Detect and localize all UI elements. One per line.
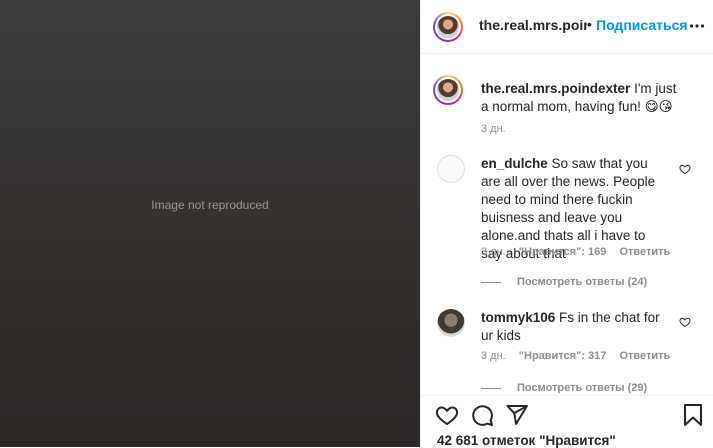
comment-bubble-icon[interactable] <box>470 403 494 427</box>
caption: the.real.mrs.poindexter I'm just a norma… <box>481 80 677 116</box>
comment-like-heart-icon[interactable] <box>679 163 691 175</box>
avatar-image <box>437 79 459 101</box>
photo-placeholder-note: Image not reproduced <box>151 198 269 212</box>
comments-list[interactable]: the.real.mrs.poindexter I'm just a norma… <box>421 55 713 395</box>
heart-icon[interactable] <box>435 403 459 427</box>
commenter-avatar[interactable] <box>437 309 465 337</box>
bookmark-icon[interactable] <box>681 403 705 427</box>
comment-like-heart-icon[interactable] <box>679 316 691 328</box>
comment-meta: 3 дн. "Нравится": 169 Ответить <box>481 246 680 258</box>
comment-meta: 3 дн. "Нравится": 317 Ответить <box>481 350 680 362</box>
author-avatar[interactable] <box>433 12 463 42</box>
paper-plane-icon[interactable] <box>505 403 529 427</box>
comment-likes-count[interactable]: "Нравится": 169 <box>519 246 607 258</box>
view-replies-button[interactable]: Посмотреть ответы (24) <box>481 276 647 288</box>
view-replies-label: Посмотреть ответы (29) <box>517 382 648 394</box>
comment-likes-count[interactable]: "Нравится": 317 <box>519 350 607 362</box>
commenter-avatar[interactable] <box>437 155 465 183</box>
reply-button[interactable]: Ответить <box>619 350 670 362</box>
comment-time[interactable]: 3 дн. <box>481 350 506 362</box>
avatar-image <box>437 16 459 38</box>
likes-count[interactable]: 42 681 отметок "Нравится" <box>437 433 616 448</box>
post-side-panel: the.real.mrs.poindexter • Подписаться th… <box>421 0 713 448</box>
author-username[interactable]: the.real.mrs.poindexter <box>479 17 587 33</box>
view-replies-button[interactable]: Посмотреть ответы (29) <box>481 382 647 394</box>
comment: tommyk106 Fs in the chat for ur kids <box>481 309 669 345</box>
caption-meta: 3 дн. <box>481 123 516 135</box>
post-header: the.real.mrs.poindexter • Подписаться <box>421 0 713 54</box>
caption-username[interactable]: the.real.mrs.poindexter <box>481 81 630 96</box>
separator-dot: • <box>587 16 592 32</box>
comment-time[interactable]: 3 дн. <box>481 246 506 258</box>
comment-username[interactable]: tommyk106 <box>481 310 555 325</box>
comment-username[interactable]: en_dulche <box>481 156 548 171</box>
follow-button[interactable]: Подписаться <box>596 17 688 33</box>
reply-button[interactable]: Ответить <box>619 246 670 258</box>
view-replies-label: Посмотреть ответы (24) <box>517 276 648 288</box>
post-photo[interactable]: Image not reproduced <box>0 0 421 447</box>
more-horizontal-icon[interactable] <box>689 18 705 34</box>
replies-divider <box>481 387 501 389</box>
replies-divider <box>481 281 501 283</box>
caption-avatar[interactable] <box>433 75 463 105</box>
caption-time[interactable]: 3 дн. <box>481 123 506 135</box>
post-actions-bar: 42 681 отметок "Нравится" <box>421 395 713 448</box>
